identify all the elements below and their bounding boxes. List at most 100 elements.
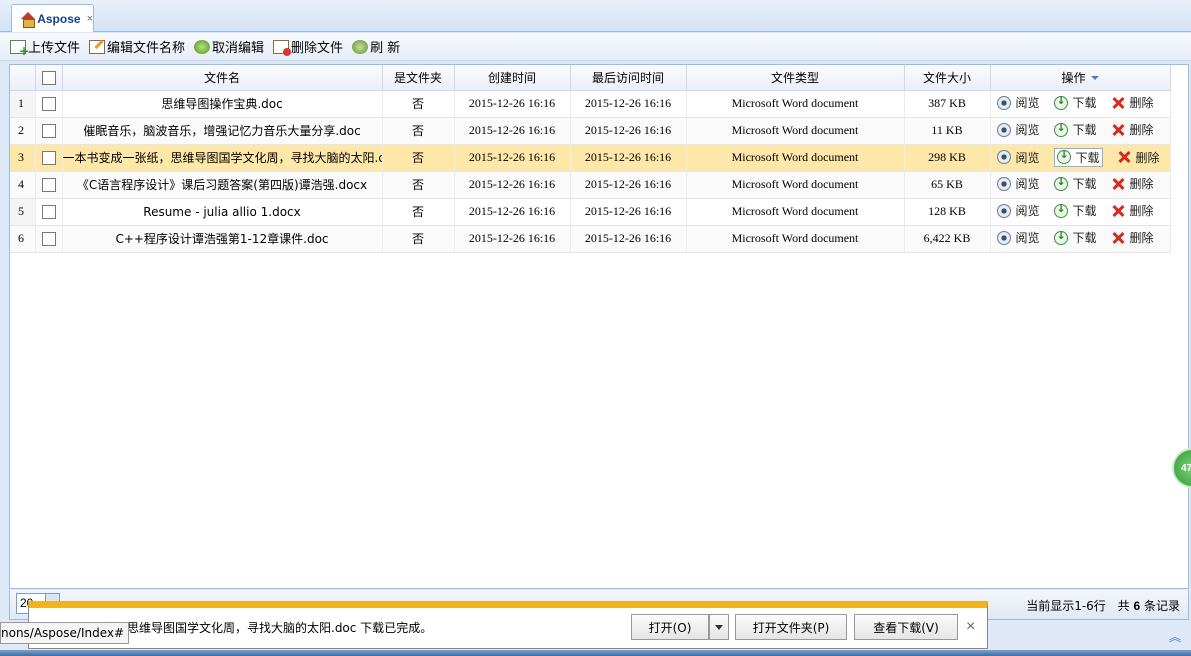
download-button[interactable]: 下载 — [1053, 121, 1097, 138]
toolbar: 上传文件 编辑文件名称 取消编辑 删除文件 刷 新 — [0, 33, 1191, 61]
filename-cell[interactable]: Resume - julia allio 1.docx — [62, 198, 383, 226]
type-cell: Microsoft Word document — [686, 90, 905, 118]
header-is-folder[interactable]: 是文件夹 — [382, 65, 455, 91]
type-cell: Microsoft Word document — [686, 171, 905, 199]
accessed-cell: 2015-12-26 16:16 — [570, 144, 687, 172]
filename-cell[interactable]: 《C语言程序设计》课后习题答案(第四版)谭浩强.docx — [62, 171, 383, 199]
row-select-cell[interactable] — [35, 225, 63, 253]
delete-file-button[interactable]: 删除文件 — [273, 37, 343, 56]
row-checkbox[interactable] — [41, 97, 56, 112]
download-icon — [1053, 175, 1068, 191]
view-label: 阅览 — [1015, 96, 1040, 111]
filename-cell[interactable]: C++程序设计谭浩强第1-12章课件.doc — [62, 225, 383, 253]
pager-info: 当前显示1-6行 共 6 条记录 — [1026, 597, 1180, 614]
eye-icon — [996, 95, 1011, 110]
close-download-bar-icon[interactable]: × — [966, 618, 975, 636]
rename-file-button[interactable]: 编辑文件名称 — [89, 37, 185, 56]
rename-file-label: 编辑文件名称 — [107, 41, 186, 56]
select-all-checkbox[interactable] — [41, 70, 56, 85]
row-select-cell[interactable] — [35, 198, 63, 226]
view-button[interactable]: 阅览 — [996, 94, 1040, 111]
open-options-dropdown[interactable] — [709, 614, 729, 640]
delete-x-icon — [1111, 231, 1125, 245]
header-rownum — [10, 65, 36, 91]
size-cell: 6,422 KB — [904, 225, 991, 253]
download-icon — [1053, 229, 1068, 245]
delete-button[interactable]: 删除 — [1111, 94, 1154, 111]
table-row[interactable]: 5 Resume - julia allio 1.docx 否 2015-12-26 … — [10, 198, 1171, 226]
delete-label: 删除 — [1129, 96, 1154, 111]
row-select-cell[interactable] — [35, 144, 63, 172]
delete-file-icon — [273, 39, 292, 56]
cancel-edit-label: 取消编辑 — [212, 41, 265, 56]
download-icon — [1053, 121, 1068, 137]
status-url-tooltip: nons/Aspose/Index# — [0, 622, 130, 644]
row-number: 3 — [10, 144, 36, 172]
tab-strip: Aspose × — [0, 0, 1191, 32]
eye-icon — [996, 122, 1011, 137]
delete-button[interactable]: 删除 — [1111, 121, 1154, 138]
collapse-up-icon[interactable]: ︽ — [1169, 628, 1181, 645]
download-button[interactable]: 下载 — [1053, 147, 1103, 167]
delete-button[interactable]: 删除 — [1111, 175, 1154, 192]
delete-button[interactable]: 删除 — [1111, 229, 1154, 246]
table-row[interactable]: 4 《C语言程序设计》课后习题答案(第四版)谭浩强.docx 否 2015-12-26… — [10, 171, 1171, 199]
open-file-button[interactable]: 打开(O) — [631, 614, 709, 640]
eye-icon — [996, 176, 1011, 191]
download-button[interactable]: 下载 — [1053, 202, 1097, 219]
header-ops[interactable]: 操作 — [990, 65, 1171, 91]
is-folder-cell: 否 — [382, 198, 455, 226]
row-select-cell[interactable] — [35, 117, 63, 145]
view-downloads-button[interactable]: 查看下载(V) — [854, 614, 958, 640]
row-select-cell[interactable] — [35, 171, 63, 199]
view-button[interactable]: 阅览 — [996, 202, 1040, 219]
delete-button[interactable]: 删除 — [1117, 149, 1160, 166]
filename-cell[interactable]: 思维导图操作宝典.doc — [62, 90, 383, 118]
header-accessed[interactable]: 最后访问时间 — [570, 65, 687, 91]
edit-icon — [89, 39, 106, 54]
cancel-edit-button[interactable]: 取消编辑 — [194, 37, 264, 56]
view-button[interactable]: 阅览 — [996, 175, 1040, 192]
refresh-button[interactable]: 刷 新 — [352, 37, 400, 56]
table-row[interactable]: 6 C++程序设计谭浩强第1-12章课件.doc 否 2015-12-26 16:16… — [10, 225, 1171, 253]
filename-cell[interactable]: 催眠音乐，脑波音乐，增强记忆力音乐大量分享.doc — [62, 117, 383, 145]
refresh-label: 刷 新 — [370, 41, 401, 56]
header-row: 文件名 是文件夹 创建时间 最后访问时间 文件类型 文件大小 操作 — [10, 65, 1171, 91]
tab-close-icon[interactable]: × — [87, 13, 93, 25]
row-checkbox[interactable] — [41, 232, 56, 247]
header-type[interactable]: 文件类型 — [686, 65, 905, 91]
sort-desc-icon — [1090, 76, 1099, 81]
table-row[interactable]: 3 一本书变成一张纸，思维导图国学文化周，寻找大脑的太阳.doc 否 2015-12-… — [10, 144, 1171, 172]
delete-button[interactable]: 删除 — [1111, 202, 1154, 219]
download-button[interactable]: 下载 — [1053, 94, 1097, 111]
os-taskbar — [0, 650, 1191, 656]
ops-cell: 阅览 下载 删除 — [990, 117, 1171, 145]
row-number: 2 — [10, 117, 36, 145]
open-folder-button[interactable]: 打开文件夹(P) — [735, 614, 847, 640]
row-checkbox[interactable] — [41, 124, 56, 139]
row-checkbox[interactable] — [41, 205, 56, 220]
eye-icon — [996, 150, 1011, 165]
table-row[interactable]: 1 思维导图操作宝典.doc 否 2015-12-26 16:16 2015-12-26… — [10, 90, 1171, 118]
eye-icon — [996, 203, 1011, 218]
download-button[interactable]: 下载 — [1053, 175, 1097, 192]
view-button[interactable]: 阅览 — [996, 229, 1040, 246]
header-select-all[interactable] — [35, 65, 63, 91]
filename-cell[interactable]: 一本书变成一张纸，思维导图国学文化周，寻找大脑的太阳.doc — [62, 144, 383, 172]
upload-file-button[interactable]: 上传文件 — [10, 37, 80, 58]
download-button[interactable]: 下载 — [1053, 229, 1097, 246]
row-checkbox[interactable] — [41, 151, 56, 166]
header-size[interactable]: 文件大小 — [904, 65, 991, 91]
pager-total: 6 — [1133, 599, 1141, 613]
type-cell: Microsoft Word document — [686, 225, 905, 253]
row-checkbox[interactable] — [41, 178, 56, 193]
file-grid: 文件名 是文件夹 创建时间 最后访问时间 文件类型 文件大小 操作 1 思维导图操… — [9, 64, 1189, 589]
view-button[interactable]: 阅览 — [996, 121, 1040, 138]
header-created[interactable]: 创建时间 — [454, 65, 571, 91]
row-select-cell[interactable] — [35, 90, 63, 118]
table-row[interactable]: 2 催眠音乐，脑波音乐，增强记忆力音乐大量分享.doc 否 2015-12-26 16… — [10, 117, 1171, 145]
view-button[interactable]: 阅览 — [996, 149, 1040, 166]
header-filename[interactable]: 文件名 — [62, 65, 383, 91]
tab-aspose[interactable]: Aspose × — [11, 4, 94, 32]
created-cell: 2015-12-26 16:16 — [454, 90, 571, 118]
